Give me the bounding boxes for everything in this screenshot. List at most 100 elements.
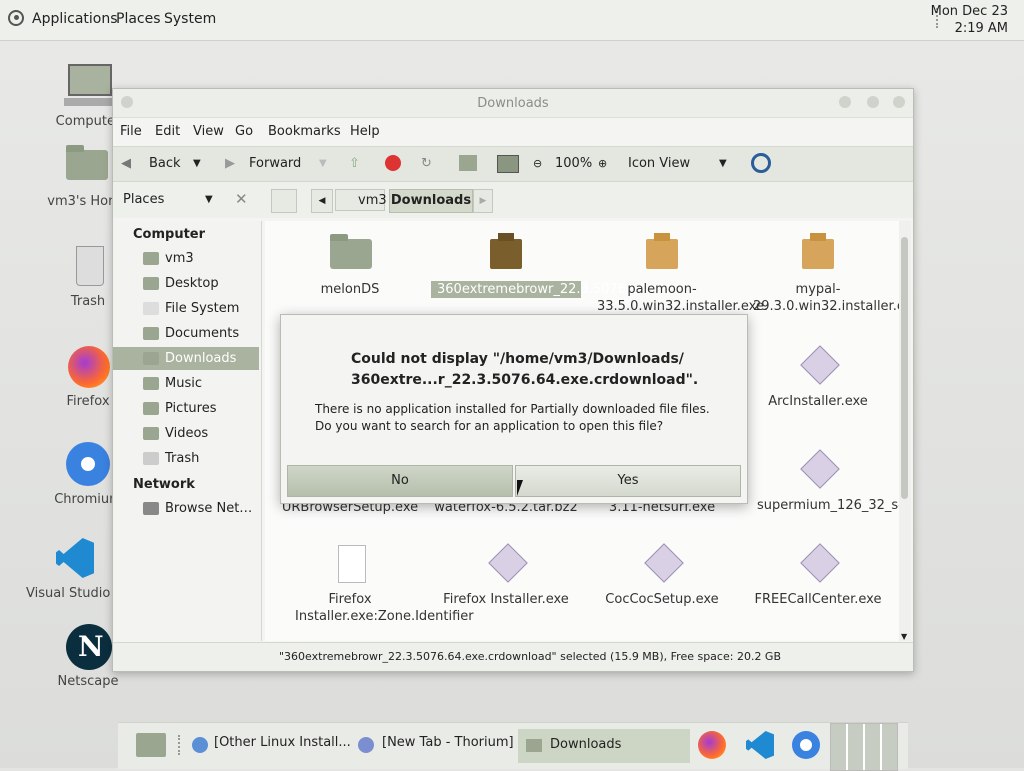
network-icon	[143, 502, 159, 515]
folder-icon	[328, 231, 372, 275]
panel-grip-icon	[178, 735, 184, 755]
executable-icon	[796, 541, 840, 585]
sidebar-item-videos[interactable]: Videos	[113, 422, 259, 445]
file-item[interactable]: CocCocSetup.exe	[587, 541, 737, 608]
file-item[interactable]: melonDS	[275, 231, 425, 298]
clock[interactable]: Mon Dec 23 2:19 AM	[931, 3, 1008, 37]
toolbar: ◀ Back ▼ ▶ Forward ▼ ⇧ ↻ ⊖ 100% ⊕ Icon V…	[113, 146, 913, 182]
trash-icon	[64, 242, 112, 290]
folder-icon	[143, 427, 159, 440]
window-title: Downloads	[477, 96, 549, 111]
file-item-selected[interactable]: 360extremebrowr_22.3.5076.64.exe.	[431, 231, 678, 298]
home-folder-icon	[143, 252, 159, 265]
text-file-icon	[328, 541, 372, 585]
file-item[interactable]: palemoon-33.5.0.win32.installer.exe.	[587, 231, 768, 315]
dialog-title: Could not display "/home/vm3/Downloads/ …	[351, 351, 699, 388]
show-desktop-icon[interactable]	[136, 733, 166, 757]
executable-icon	[640, 541, 684, 585]
netscape-icon: N	[64, 622, 112, 670]
sidebar-item-documents[interactable]: Documents	[113, 322, 259, 345]
sidebar-item-file-system[interactable]: File System	[113, 297, 259, 320]
location-bar: Places ▼ ✕ ◀ vm3 Downloads ▶	[113, 182, 913, 218]
top-panel: Applications Places System Mon Dec 23 2:…	[0, 0, 1024, 41]
applications-menu[interactable]: Applications	[32, 11, 118, 27]
vertical-scrollbar[interactable]: ▼	[899, 221, 911, 641]
home-icon[interactable]	[459, 155, 477, 171]
back-button[interactable]: Back	[149, 156, 181, 171]
view-mode-chevron-icon[interactable]: ▼	[719, 158, 727, 169]
menu-go[interactable]: Go	[235, 124, 253, 139]
zoom-in-icon[interactable]: ⊕	[598, 157, 607, 170]
close-sidebar-icon[interactable]: ✕	[235, 190, 248, 208]
sidebar-item-downloads[interactable]: Downloads	[113, 347, 259, 370]
minimize-icon[interactable]	[839, 96, 851, 108]
scrollbar-thumb[interactable]	[901, 237, 908, 499]
view-mode-select[interactable]: Icon View	[628, 156, 690, 171]
zoom-level: 100%	[555, 156, 593, 171]
file-item[interactable]: FREECallCenter.exe	[743, 541, 893, 608]
workspace-switcher[interactable]	[830, 723, 898, 771]
menu-bar: File Edit View Go Bookmarks Help	[113, 118, 913, 146]
forward-history-chevron-icon[interactable]: ▼	[319, 158, 327, 169]
menu-bookmarks[interactable]: Bookmarks	[268, 124, 341, 139]
yes-button[interactable]: Yes	[515, 465, 741, 497]
sidebar-item-desktop[interactable]: Desktop	[113, 272, 259, 295]
clock-time: 2:19 AM	[954, 21, 1008, 36]
taskbar-item-downloads[interactable]: Downloads	[518, 729, 690, 763]
file-item[interactable]: supermium_126_32_setup.exe	[743, 447, 899, 514]
computer-icon[interactable]	[497, 155, 519, 173]
sidebar-item-music[interactable]: Music	[113, 372, 259, 395]
menu-view[interactable]: View	[193, 124, 224, 139]
vscode-launcher-icon[interactable]	[746, 731, 774, 759]
back-history-chevron-icon[interactable]: ▼	[193, 158, 201, 169]
menu-edit[interactable]: Edit	[155, 124, 180, 139]
close-icon[interactable]	[893, 96, 905, 108]
file-item[interactable]: mypal-29.3.0.win32.installer.exe.crdownl…	[743, 231, 899, 315]
folder-icon	[143, 277, 159, 290]
open-file-error-dialog: Could not display "/home/vm3/Downloads/ …	[280, 314, 748, 504]
taskbar-item-new-tab[interactable]: [New Tab - Thorium]	[382, 735, 514, 750]
firefox-icon	[64, 342, 112, 390]
system-menu[interactable]: System	[164, 11, 216, 27]
sidebar-item-browse-network[interactable]: Browse Net…	[113, 497, 259, 520]
path-right-arrow-icon[interactable]: ▶	[473, 189, 493, 213]
chromium-launcher-icon[interactable]	[792, 731, 820, 759]
search-icon[interactable]	[751, 153, 771, 173]
mouse-cursor-icon	[517, 480, 523, 496]
path-vm3[interactable]: vm3	[335, 189, 387, 211]
no-button[interactable]: No	[287, 465, 513, 497]
file-item[interactable]: ArcInstaller.exe	[743, 343, 893, 410]
forward-button[interactable]: Forward	[249, 156, 301, 171]
folder-icon	[143, 402, 159, 415]
path-downloads[interactable]: Downloads	[389, 189, 473, 213]
taskbar-item-linux-install[interactable]: [Other Linux Install...	[214, 735, 351, 750]
edit-location-icon[interactable]	[271, 189, 297, 213]
path-left-arrow-icon[interactable]: ◀	[311, 189, 333, 213]
zoom-out-icon[interactable]: ⊖	[533, 157, 542, 170]
places-menu[interactable]: Places	[116, 11, 161, 27]
package-icon	[796, 231, 840, 275]
stop-icon[interactable]	[385, 155, 401, 171]
reload-icon[interactable]: ↻	[421, 156, 432, 171]
places-chevron-icon[interactable]: ▼	[205, 194, 213, 205]
file-item[interactable]: Firefox Installer.exe	[431, 541, 581, 608]
bottom-panel: [Other Linux Install... [New Tab - Thori…	[118, 722, 908, 771]
sidebar-item-pictures[interactable]: Pictures	[113, 397, 259, 420]
sidebar-item-trash[interactable]: Trash	[113, 447, 259, 470]
window-titlebar[interactable]: Downloads	[113, 89, 913, 118]
places-selector[interactable]: Places	[123, 192, 164, 207]
package-icon	[484, 231, 528, 275]
places-sidebar: Computer vm3 Desktop File System Documen…	[113, 221, 262, 641]
file-item[interactable]: Firefox Installer.exe:Zone.Identifier	[275, 541, 474, 625]
up-arrow-icon[interactable]: ⇧	[349, 156, 360, 171]
menu-help[interactable]: Help	[350, 124, 380, 139]
menu-file[interactable]: File	[120, 124, 142, 139]
mint-logo-icon[interactable]	[8, 10, 24, 26]
firefox-launcher-icon[interactable]	[698, 731, 726, 759]
sidebar-item-vm3[interactable]: vm3	[113, 247, 259, 270]
forward-arrow-icon: ▶	[225, 156, 235, 171]
dialog-message: There is no application installed for Pa…	[315, 402, 710, 433]
scroll-down-arrow-icon[interactable]: ▼	[901, 632, 907, 641]
maximize-icon[interactable]	[867, 96, 879, 108]
desktop-icon-vscode[interactable]: Visual Studio Code	[26, 534, 136, 601]
